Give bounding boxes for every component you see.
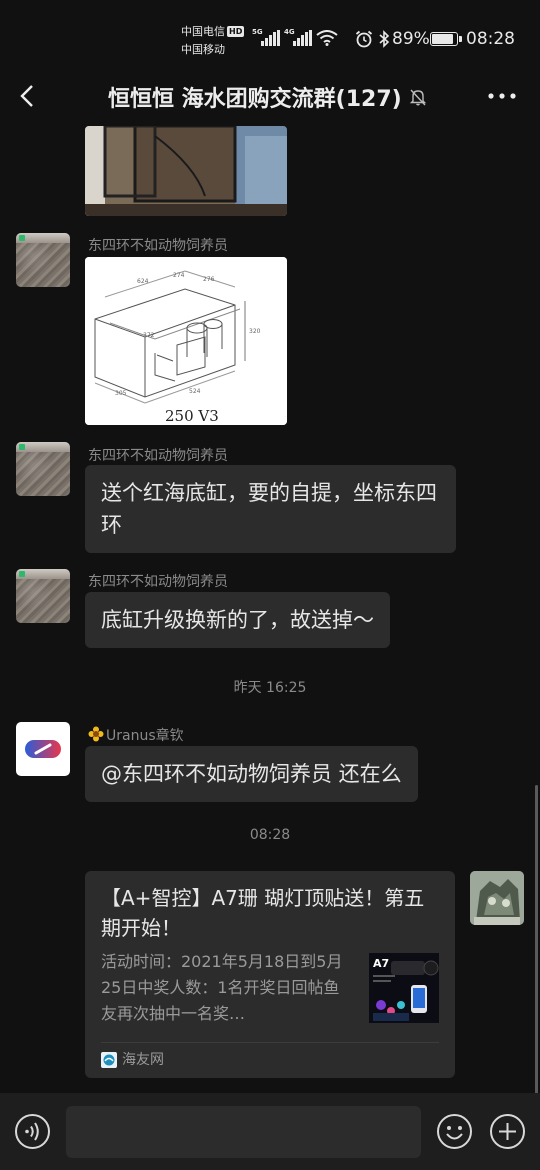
svg-text:372: 372 <box>143 332 155 339</box>
message-bubble[interactable]: 送个红海底缸，要的自提，坐标东四环 <box>85 465 456 553</box>
svg-text:624: 624 <box>137 278 149 285</box>
back-icon[interactable] <box>14 82 42 110</box>
timestamp: 昨天 16:25 <box>233 680 307 696</box>
svg-text:320: 320 <box>249 328 261 335</box>
link-card-source-name: 海友网 <box>122 1052 164 1068</box>
sender-name-text: Uranus章钦 <box>106 728 184 744</box>
input-bar <box>0 1093 540 1170</box>
message-input[interactable] <box>66 1106 421 1158</box>
drawing-caption: 250 V3 <box>165 407 219 425</box>
carrier-info: 中国电信 HD 中国移动 <box>181 23 245 59</box>
emoji-icon[interactable] <box>436 1113 473 1150</box>
battery-icon <box>430 32 462 46</box>
image-message-aquarium-photo[interactable] <box>85 126 287 216</box>
link-card-description: 活动时间：2021年5月18日到5月25日中奖人数：1名开奖日回帖鱼友再次抽中一… <box>101 952 343 1023</box>
tank-schematic-drawing: 624 274 276 320 372 305 524 250 V3 <box>85 257 287 425</box>
plus-icon[interactable] <box>489 1113 526 1150</box>
carrier-2: 中国移动 <box>181 43 225 56</box>
alarm-icon <box>355 30 373 48</box>
scrollbar[interactable] <box>535 785 538 1095</box>
battery-percentage: 89% <box>392 29 430 49</box>
svg-text:276: 276 <box>203 276 215 283</box>
status-bar: 中国电信 HD 中国移动 5G 4G 89% 08:28 <box>0 0 540 68</box>
message-list[interactable]: 东四环不如动物饲养员 624 274 276 320 372 305 524 2… <box>0 126 540 1093</box>
hd-badge: HD <box>227 26 245 37</box>
avatar[interactable] <box>16 722 70 776</box>
self-avatar[interactable] <box>470 871 524 925</box>
chat-header: 恒恒恒 海水团购交流群(127) <box>0 68 540 126</box>
svg-text:274: 274 <box>173 272 185 279</box>
avatar-image <box>470 871 524 925</box>
bluetooth-icon <box>379 30 390 48</box>
sender-name: 东四环不如动物饲养员 <box>88 448 228 464</box>
sender-name: Uranus章钦 <box>88 725 184 745</box>
link-card-source: 海友网 <box>101 1048 164 1072</box>
message-bubble[interactable]: @东四环不如动物饲养员 还在么 <box>85 746 418 802</box>
aquarium-photo <box>85 126 287 216</box>
sunflower-icon <box>88 726 104 742</box>
mute-bell-icon <box>409 89 426 106</box>
more-icon[interactable] <box>486 83 518 109</box>
svg-text:524: 524 <box>189 388 201 395</box>
link-card-title: 【A+智控】A7珊 瑚灯顶贴送！第五期开始！ <box>101 886 425 940</box>
link-card[interactable]: 【A+智控】A7珊 瑚灯顶贴送！第五期开始！ 活动时间：2021年5月18日到5… <box>85 871 455 1078</box>
avatar[interactable] <box>16 569 70 623</box>
status-time: 08:28 <box>466 29 515 49</box>
avatar[interactable] <box>16 233 70 287</box>
chat-title-group[interactable]: 恒恒恒 海水团购交流群(127) <box>108 81 428 113</box>
chat-title: 恒恒恒 海水团购交流群(127) <box>108 87 402 112</box>
thumbnail-label: A7 <box>373 957 389 970</box>
wifi-icon <box>316 30 338 46</box>
site-logo-icon <box>101 1052 117 1068</box>
svg-text:305: 305 <box>115 390 127 397</box>
carrier-1: 中国电信 <box>181 25 225 38</box>
sender-name: 东四环不如动物饲养员 <box>88 574 228 590</box>
image-message-tank-drawing[interactable]: 624 274 276 320 372 305 524 250 V3 <box>85 257 287 425</box>
sender-name: 东四环不如动物饲养员 <box>88 238 228 254</box>
divider <box>101 1042 439 1043</box>
link-card-thumbnail: A7 <box>369 953 439 1023</box>
avatar[interactable] <box>16 442 70 496</box>
product-thumbnail: A7 <box>369 953 439 1023</box>
timestamp: 08:28 <box>249 827 291 843</box>
voice-icon[interactable] <box>14 1113 51 1150</box>
brand-logo-icon <box>25 740 61 758</box>
message-bubble[interactable]: 底缸升级换新的了，故送掉～ <box>85 592 390 648</box>
